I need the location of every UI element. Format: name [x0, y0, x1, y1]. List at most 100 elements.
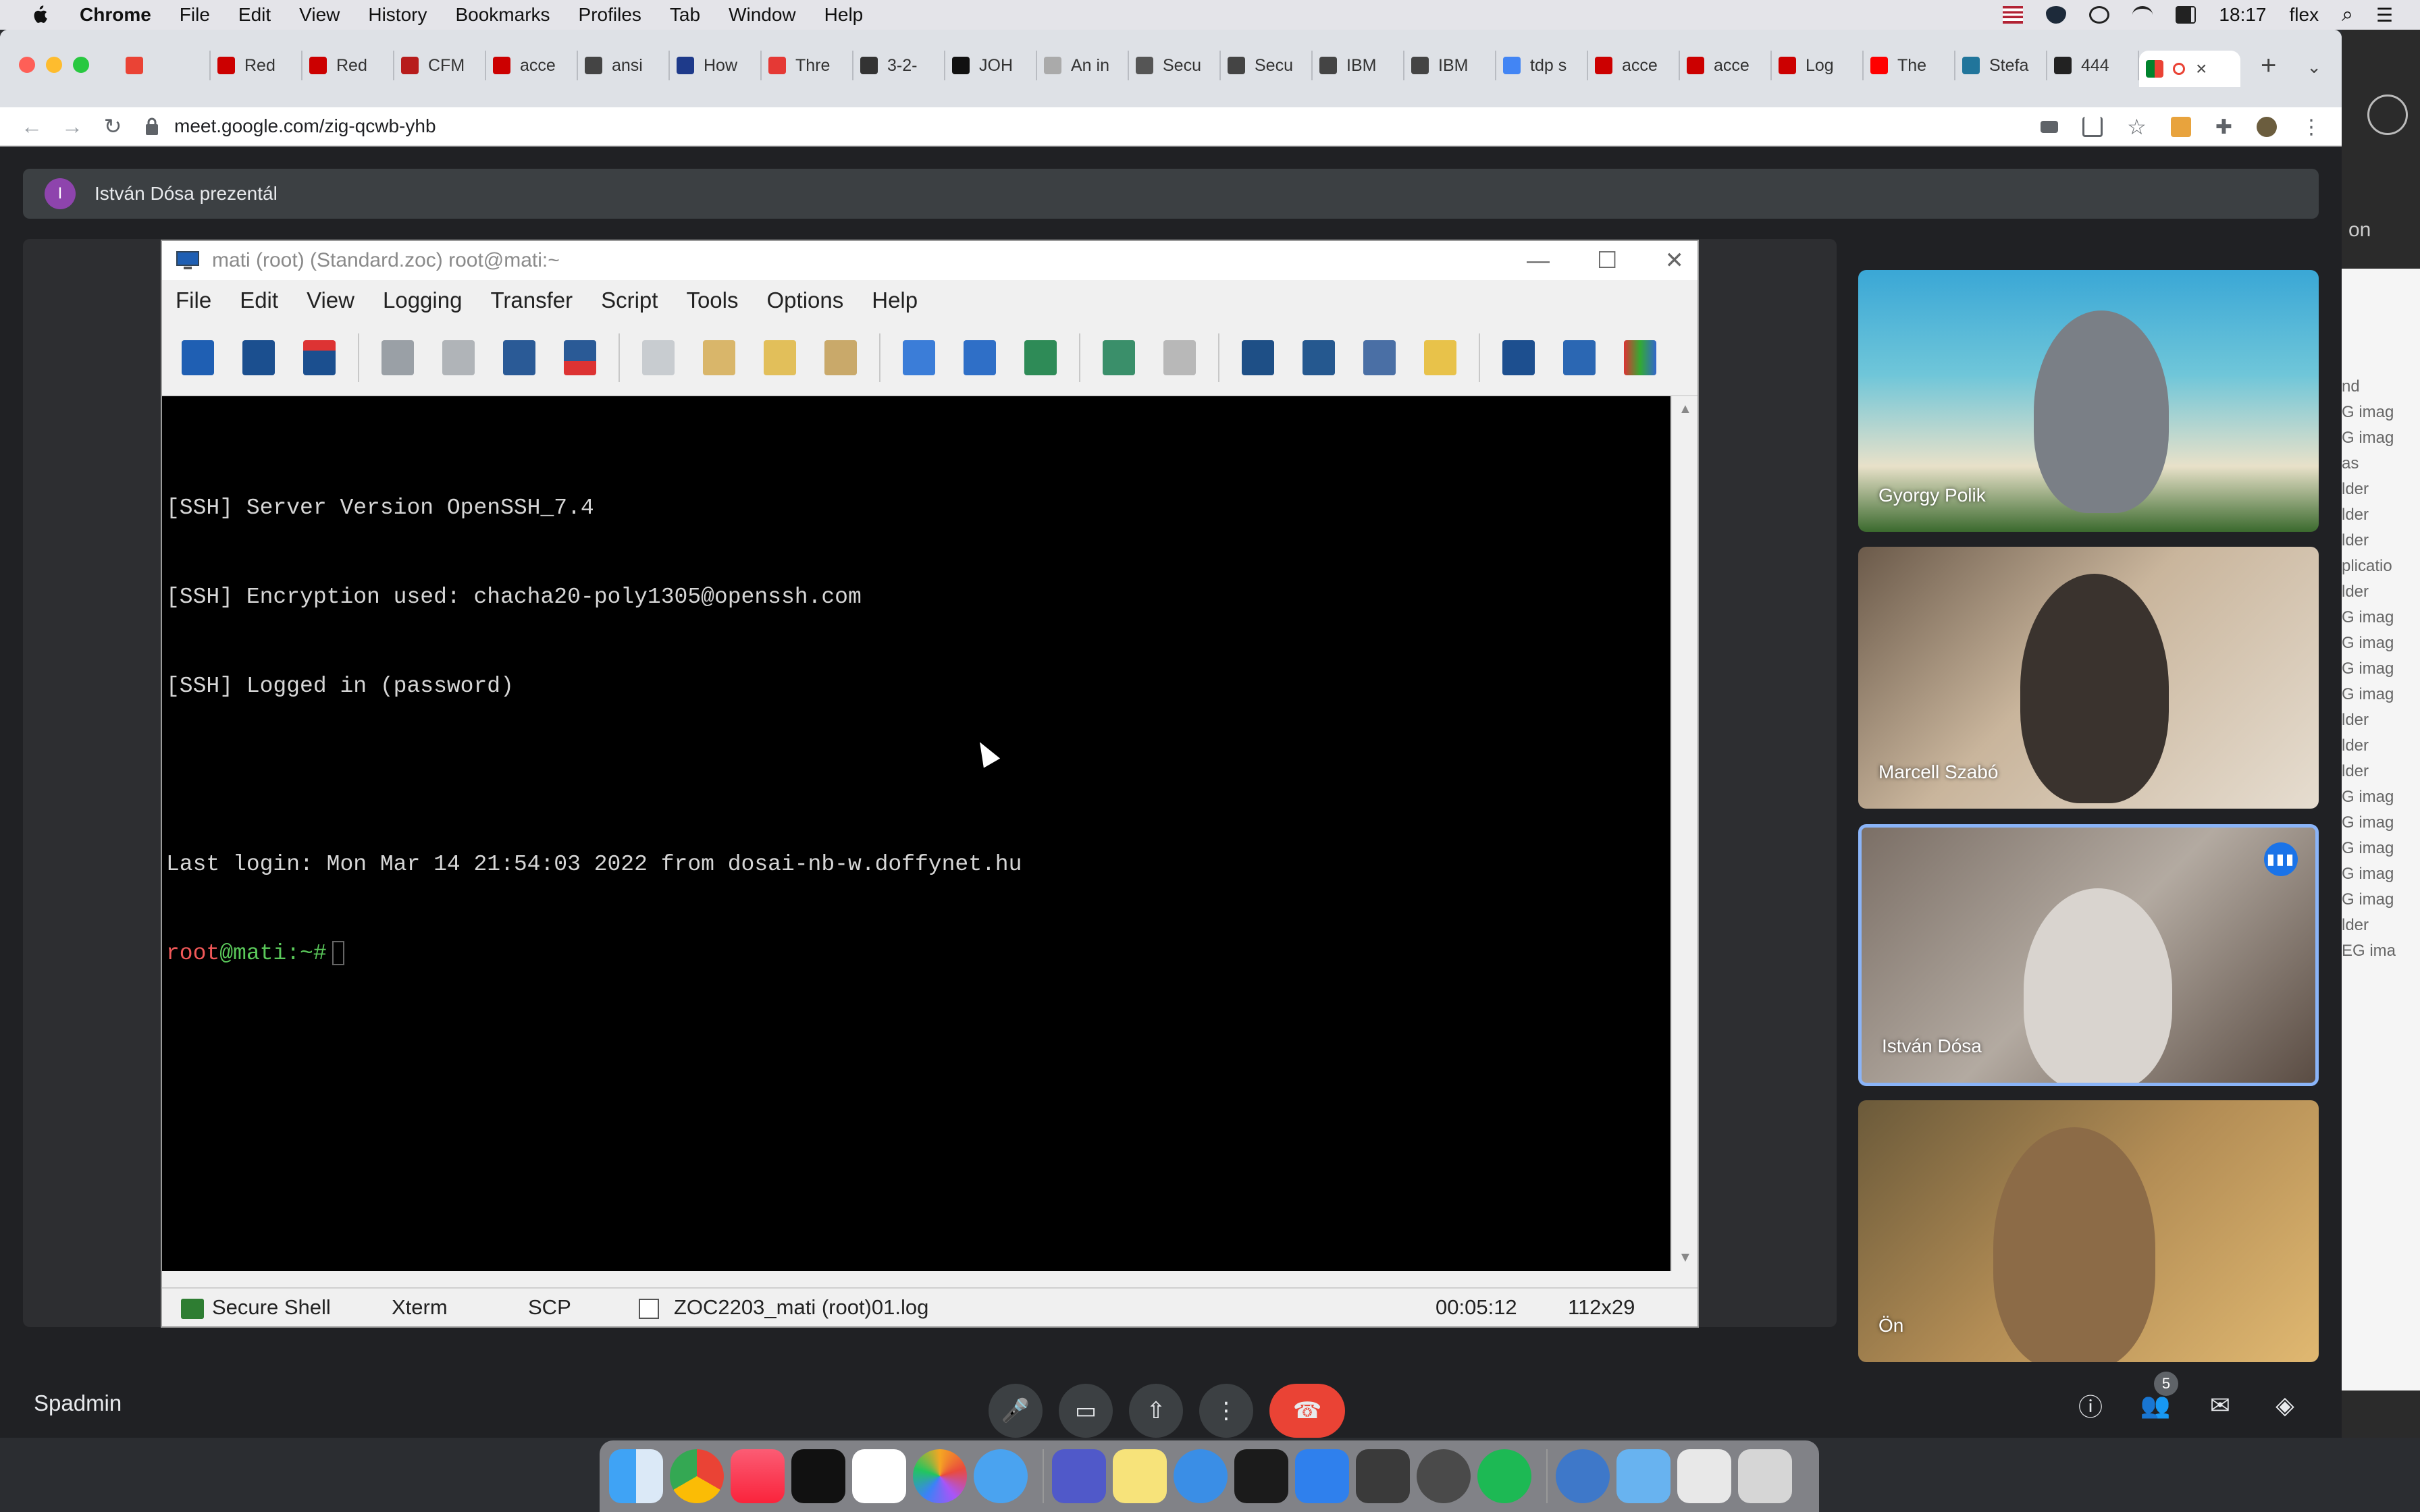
- browser-tab[interactable]: tdp s: [1496, 51, 1588, 80]
- zoc-terminal-window[interactable]: mati (root) (Standard.zoc) root@mati:~ —…: [161, 240, 1699, 1328]
- upload-icon[interactable]: [957, 335, 1002, 380]
- apple-icon[interactable]: [26, 5, 53, 25]
- browser-tab[interactable]: JOH: [945, 51, 1037, 80]
- zoc-menu-item[interactable]: Options: [767, 288, 844, 313]
- zoc-menu-item[interactable]: Tools: [686, 288, 738, 313]
- activities-icon[interactable]: ◈: [2270, 1390, 2300, 1420]
- more-menu-icon[interactable]: ⋮: [2301, 115, 2321, 139]
- us-flag-icon[interactable]: [2003, 6, 2024, 24]
- zoc-menu-item[interactable]: View: [307, 288, 354, 313]
- browser-tab[interactable]: CFM: [394, 51, 486, 80]
- messages-icon[interactable]: [974, 1449, 1028, 1503]
- status-logfile[interactable]: ZOC2203_mati (root)01.log: [639, 1295, 928, 1320]
- browser-tab[interactable]: [119, 51, 211, 80]
- screen-icon[interactable]: [1357, 335, 1402, 380]
- terminal-screen[interactable]: [SSH] Server Version OpenSSH_7.4 [SSH] E…: [162, 396, 1672, 1271]
- browser-tab[interactable]: Secu: [1129, 51, 1221, 80]
- folder-icon[interactable]: [1418, 335, 1463, 380]
- menubar-user[interactable]: flex: [2290, 4, 2319, 26]
- menubar-profiles[interactable]: Profiles: [579, 4, 641, 26]
- browser-tab[interactable]: acce: [1680, 51, 1772, 80]
- browser-tab[interactable]: Log: [1772, 51, 1864, 80]
- browser-tab[interactable]: Red: [302, 51, 394, 80]
- close-tab-icon[interactable]: ×: [2196, 58, 2207, 80]
- close-session-icon[interactable]: [297, 335, 342, 380]
- menubar-view[interactable]: View: [299, 4, 340, 26]
- font-icon[interactable]: [1557, 335, 1602, 380]
- sort-az-icon[interactable]: [176, 335, 220, 380]
- spotlight-icon[interactable]: ⌕: [2342, 3, 2353, 26]
- menubar-clock[interactable]: 18:17: [2219, 4, 2266, 26]
- participant-tile[interactable]: Gyorgy Polik: [1858, 270, 2319, 532]
- terminal-scrollbar[interactable]: ▲ ▼: [1671, 396, 1698, 1271]
- more-options-button[interactable]: ⋮: [1199, 1384, 1253, 1438]
- browser-tab[interactable]: Red: [211, 51, 302, 80]
- extension-icon[interactable]: [2170, 117, 2191, 137]
- twitterrific-icon[interactable]: [1174, 1449, 1228, 1503]
- close-icon[interactable]: ✕: [1665, 247, 1685, 274]
- browser-tab[interactable]: An in: [1037, 51, 1129, 80]
- menubar-tab[interactable]: Tab: [670, 4, 700, 26]
- status-connection[interactable]: Secure Shell: [181, 1295, 331, 1320]
- menubar-history[interactable]: History: [368, 4, 427, 26]
- browser-tab[interactable]: Secu: [1221, 51, 1313, 80]
- new-session-icon[interactable]: [236, 335, 281, 380]
- sparkle-icon[interactable]: [1236, 335, 1280, 380]
- menubar-app-name[interactable]: Chrome: [80, 4, 151, 26]
- abc-translate-icon[interactable]: [1018, 335, 1063, 380]
- terminal-app-icon[interactable]: [1234, 1449, 1288, 1503]
- download-icon[interactable]: [897, 335, 941, 380]
- browser-tab[interactable]: IBM: [1313, 51, 1404, 80]
- disconnect-icon[interactable]: [375, 335, 420, 380]
- bookmark-star-icon[interactable]: ☆: [2127, 114, 2147, 140]
- browser-tab[interactable]: acce: [1588, 51, 1680, 80]
- zoc-menu-item[interactable]: Edit: [240, 288, 278, 313]
- browser-tab[interactable]: acce: [486, 51, 578, 80]
- delete-session-icon[interactable]: [558, 335, 602, 380]
- camera-button[interactable]: ▭: [1059, 1384, 1113, 1438]
- leave-call-button[interactable]: ☎: [1269, 1384, 1345, 1438]
- back-arrow-icon[interactable]: ←: [18, 112, 46, 140]
- status-emulation[interactable]: Xterm: [392, 1295, 448, 1320]
- browser-tab[interactable]: Stefa: [1955, 51, 2047, 80]
- spotify-icon[interactable]: [1477, 1449, 1531, 1503]
- chrome-icon[interactable]: [670, 1449, 724, 1503]
- photos-icon[interactable]: [913, 1449, 967, 1503]
- browser-tab[interactable]: How: [670, 51, 762, 80]
- apple-tv-icon[interactable]: [791, 1449, 845, 1503]
- paste-icon[interactable]: [697, 335, 741, 380]
- participant-tile-self[interactable]: Ön: [1858, 1100, 2319, 1362]
- duplicate-icon[interactable]: [497, 335, 542, 380]
- menubar-help[interactable]: Help: [824, 4, 864, 26]
- menubar-window[interactable]: Window: [729, 4, 796, 26]
- browser-tab[interactable]: Thre: [762, 51, 853, 80]
- terminal-icon[interactable]: [1496, 335, 1541, 380]
- zoom-window-button[interactable]: [73, 57, 89, 73]
- forward-arrow-icon[interactable]: →: [58, 112, 86, 140]
- minimize-icon[interactable]: —: [1527, 248, 1550, 274]
- chat-icon[interactable]: ✉: [2205, 1390, 2235, 1420]
- profile-avatar[interactable]: [2257, 117, 2277, 137]
- zoc-menu-item[interactable]: File: [176, 288, 211, 313]
- downloads-folder-icon[interactable]: [1616, 1449, 1671, 1503]
- participant-tile-speaking[interactable]: ▮▮▮ István Dósa: [1858, 824, 2319, 1086]
- status-transfer[interactable]: SCP: [528, 1295, 571, 1320]
- testflight-icon[interactable]: [1295, 1449, 1349, 1503]
- logging-checkbox[interactable]: [639, 1298, 659, 1319]
- new-tab-button[interactable]: +: [2261, 51, 2276, 81]
- sublime-icon[interactable]: [1356, 1449, 1410, 1503]
- copy-icon[interactable]: [636, 335, 681, 380]
- maximize-icon[interactable]: ☐: [1597, 247, 1617, 274]
- finder-icon[interactable]: [609, 1449, 663, 1503]
- wifi-icon[interactable]: [2132, 6, 2153, 24]
- feather-icon[interactable]: [2367, 94, 2408, 135]
- menubar-bookmarks[interactable]: Bookmarks: [455, 4, 550, 26]
- microphone-button[interactable]: 🎤: [989, 1384, 1043, 1438]
- battery-icon[interactable]: [2176, 6, 2197, 24]
- meeting-details-icon[interactable]: ⓘ: [2076, 1390, 2105, 1421]
- stop-script-icon[interactable]: [1157, 335, 1202, 380]
- music-icon[interactable]: [731, 1449, 785, 1503]
- control-center-icon[interactable]: ☰: [2376, 4, 2393, 26]
- clipboard-icon[interactable]: [818, 335, 863, 380]
- edit-clip-icon[interactable]: [758, 335, 802, 380]
